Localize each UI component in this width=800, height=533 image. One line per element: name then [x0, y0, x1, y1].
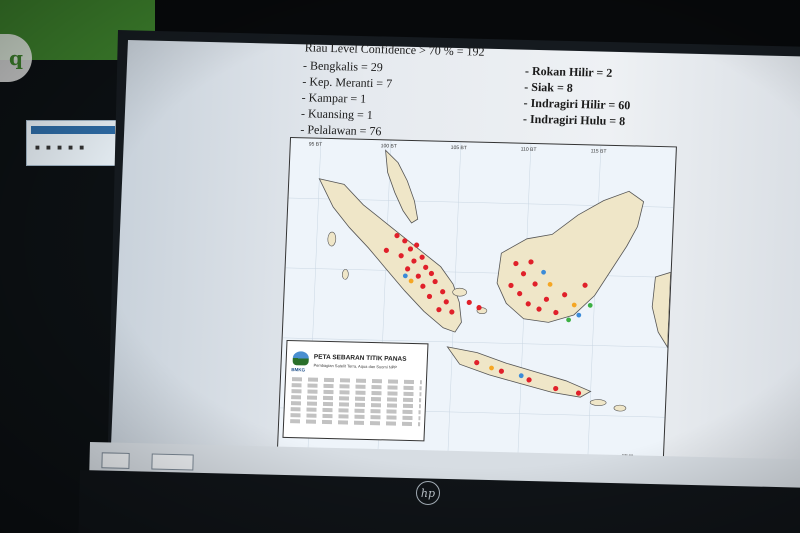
java-island	[446, 346, 592, 398]
longitude-label: 105 BT	[451, 145, 467, 151]
legend-item: - Bengkalis = 29	[302, 58, 384, 75]
longitude-label: 100 BT	[381, 143, 397, 149]
hotspot-map: 95 BT 100 BT 105 BT 110 BT 115 BT BMKG P…	[276, 136, 677, 464]
longitude-label: 110 BT	[521, 147, 537, 153]
photo-scene: q ■ ■ ■ ■ ■ Riau Level Confidence > 70 %…	[0, 0, 800, 533]
island	[613, 404, 627, 412]
agency-label: BMKG	[291, 367, 306, 373]
background-sign: ■ ■ ■ ■ ■	[26, 120, 120, 166]
taskbar-item[interactable]	[101, 452, 130, 469]
legend-item: - Kuansing = 1	[300, 106, 374, 122]
hotspot	[576, 312, 582, 318]
taskbar-item[interactable]	[151, 453, 194, 471]
map-table-rows	[290, 377, 422, 428]
monitor-screen: Riau Level Confidence > 70 % = 192 - Ben…	[110, 40, 800, 482]
legend-item: - Rokan Hilir = 2	[524, 63, 613, 80]
map-subtitle: Pembagian Satelit Terra, Aqua dan Suomi …	[313, 362, 398, 370]
bmkg-logo-icon	[292, 351, 310, 366]
island	[452, 287, 467, 297]
legend-header: Riau Level Confidence > 70 % = 192	[304, 40, 485, 59]
sulawesi-edge	[651, 271, 672, 349]
legend-item: - Kampar = 1	[301, 90, 367, 106]
map-info-box: BMKG PETA SEBARAN TITIK PANAS Pembagian …	[282, 339, 429, 442]
island	[342, 269, 349, 280]
hp-logo-icon: hp	[416, 481, 440, 505]
longitude-label: 95 BT	[309, 141, 323, 147]
map-title: PETA SEBARAN TITIK PANAS	[313, 353, 407, 363]
longitude-label: 115 BT	[591, 148, 607, 154]
island	[589, 399, 607, 406]
hotspot	[587, 302, 593, 308]
hotspot	[566, 317, 572, 323]
hotspot	[466, 299, 472, 306]
legend-item: - Indragiri Hulu = 8	[522, 111, 626, 129]
island	[327, 231, 337, 247]
legend-item: - Siak = 8	[524, 79, 574, 95]
legend-item: - Indragiri Hilir = 60	[523, 95, 631, 113]
legend-item: - Kep. Meranti = 7	[302, 74, 393, 91]
borneo-island	[496, 190, 645, 323]
malay-peninsula	[385, 149, 419, 224]
